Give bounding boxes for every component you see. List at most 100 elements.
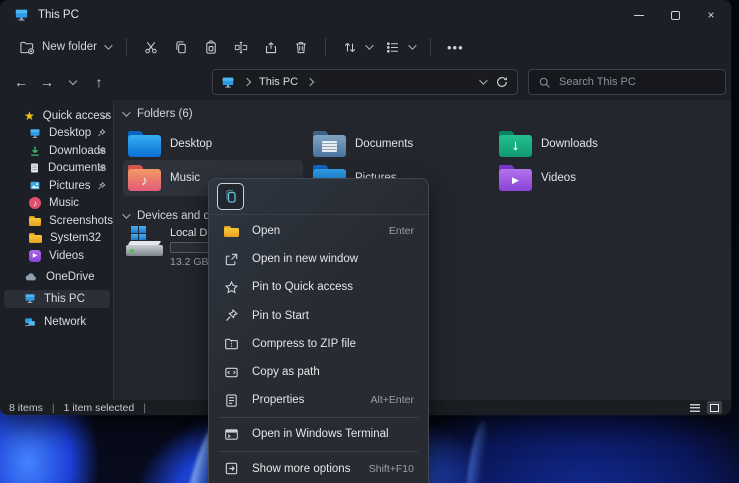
toolbar-divider [325, 38, 326, 56]
tile-label: Music [170, 172, 200, 184]
zip-folder-icon [224, 336, 239, 351]
folders-section-header[interactable]: Folders (6) [122, 108, 193, 120]
this-pc-location-icon [221, 76, 235, 89]
recent-locations-button[interactable] [60, 69, 86, 95]
menu-item-open-in-windows-terminal[interactable]: Open in Windows Terminal [213, 420, 424, 448]
forward-button[interactable]: → [34, 69, 60, 95]
sidebar-item-downloads[interactable]: Downloads [0, 142, 113, 160]
menu-item-pin-to-start[interactable]: Pin to Start [213, 302, 424, 330]
breadcrumb-this-pc[interactable]: This PC [259, 76, 298, 88]
monitor-icon [24, 293, 36, 304]
document-icon [29, 162, 40, 174]
copy-quick-action[interactable] [217, 183, 244, 210]
address-bar[interactable]: This PC [212, 69, 518, 95]
sidebar-item-this-pc[interactable]: This PC [4, 290, 110, 308]
delete-button[interactable] [286, 34, 316, 60]
item-count: 8 items [9, 402, 43, 414]
menu-shortcut: Enter [389, 225, 414, 237]
share-icon [263, 40, 279, 55]
hard-drive-icon [126, 226, 163, 258]
maximize-button[interactable] [657, 0, 693, 30]
new-folder-label: New folder [42, 41, 97, 53]
wallpaper-ribbon [463, 419, 491, 483]
menu-item-open[interactable]: Open Enter [213, 217, 424, 245]
folder-tile-desktop[interactable]: Desktop [123, 126, 303, 162]
desktop-icon [29, 128, 41, 139]
sidebar-item-network[interactable]: Network [0, 314, 113, 332]
pin-icon [97, 164, 106, 173]
selected-count: 1 item selected [64, 402, 135, 414]
back-button[interactable]: ← [8, 69, 34, 95]
view-button[interactable] [378, 34, 421, 60]
folder-icon [29, 233, 42, 243]
tile-label: Desktop [170, 138, 212, 150]
folder-tile-documents[interactable]: Documents [308, 126, 488, 162]
menu-item-label: Show more options [252, 463, 356, 475]
folders-header-label: Folders (6) [137, 108, 193, 120]
cut-button[interactable] [136, 34, 166, 60]
menu-shortcut: Shift+F10 [369, 463, 414, 475]
chevron-right-icon[interactable] [306, 78, 314, 86]
sidebar-item-pictures[interactable]: Pictures [0, 177, 113, 195]
menu-shortcut: Alt+Enter [371, 394, 414, 406]
sidebar-item-documents[interactable]: Documents [0, 160, 113, 178]
sidebar-item-label: Network [44, 316, 86, 328]
share-button[interactable] [256, 34, 286, 60]
chevron-down-icon [365, 41, 373, 49]
command-bar: New folder • [0, 30, 731, 64]
new-folder-button[interactable]: New folder [12, 34, 117, 60]
sidebar-item-music[interactable]: ♪ Music [0, 195, 113, 213]
pin-icon [97, 129, 106, 138]
terminal-icon [224, 427, 239, 442]
copy-button[interactable] [166, 34, 196, 60]
search-input[interactable] [559, 76, 699, 88]
sidebar-item-system32[interactable]: System32 [0, 230, 113, 248]
menu-separator [219, 417, 418, 418]
context-menu: Open Enter Open in new window Pin to Qui… [208, 178, 429, 483]
sidebar-item-onedrive[interactable]: OneDrive [0, 269, 113, 287]
search-box[interactable] [528, 69, 726, 95]
sidebar-item-screenshots[interactable]: Screenshots [0, 212, 113, 230]
properties-icon [224, 393, 239, 408]
cut-icon [143, 40, 159, 55]
close-button[interactable]: × [693, 0, 729, 30]
pin-icon [224, 308, 239, 323]
refresh-icon[interactable] [495, 75, 509, 89]
sort-button[interactable] [335, 34, 378, 60]
picture-icon [29, 180, 41, 191]
menu-item-compress-to-zip[interactable]: Compress to ZIP file [213, 330, 424, 358]
folder-tile-videos[interactable]: ▶ Videos [494, 160, 674, 196]
menu-item-properties[interactable]: Properties Alt+Enter [213, 386, 424, 414]
paste-icon [203, 40, 219, 55]
minimize-button[interactable] [621, 0, 657, 30]
cloud-icon [24, 272, 38, 282]
new-window-icon [224, 252, 239, 267]
pin-icon [97, 146, 106, 155]
context-menu-quick-actions [209, 179, 428, 215]
tile-label: Videos [541, 172, 576, 184]
sidebar-item-videos[interactable]: ▶ Videos [0, 247, 113, 265]
videos-folder-icon: ▶ [499, 165, 532, 191]
details-view-toggle[interactable] [687, 401, 702, 414]
up-button[interactable]: ↑ [86, 69, 112, 95]
large-thumbnails-view-toggle[interactable] [707, 401, 722, 414]
folder-tile-downloads[interactable]: ⭣ Downloads [494, 126, 674, 162]
sidebar-item-desktop[interactable]: Desktop [0, 125, 113, 143]
sort-icon [342, 40, 358, 55]
download-icon [29, 145, 41, 157]
sidebar-item-quick-access[interactable]: ★ Quick access [0, 107, 113, 125]
menu-item-pin-to-quick-access[interactable]: Pin to Quick access [213, 273, 424, 301]
see-more-icon: ••• [447, 40, 464, 55]
menu-separator [219, 451, 418, 452]
rename-icon [233, 40, 249, 55]
network-icon [24, 317, 36, 328]
menu-item-copy-as-path[interactable]: Copy as path [213, 358, 424, 386]
menu-item-open-in-new-window[interactable]: Open in new window [213, 245, 424, 273]
see-more-button[interactable]: ••• [440, 34, 471, 60]
this-pc-app-icon [14, 8, 29, 22]
menu-item-show-more-options[interactable]: Show more options Shift+F10 [213, 455, 424, 483]
address-dropdown-icon[interactable] [479, 76, 487, 84]
paste-button[interactable] [196, 34, 226, 60]
rename-button[interactable] [226, 34, 256, 60]
star-outline-icon [224, 280, 239, 295]
